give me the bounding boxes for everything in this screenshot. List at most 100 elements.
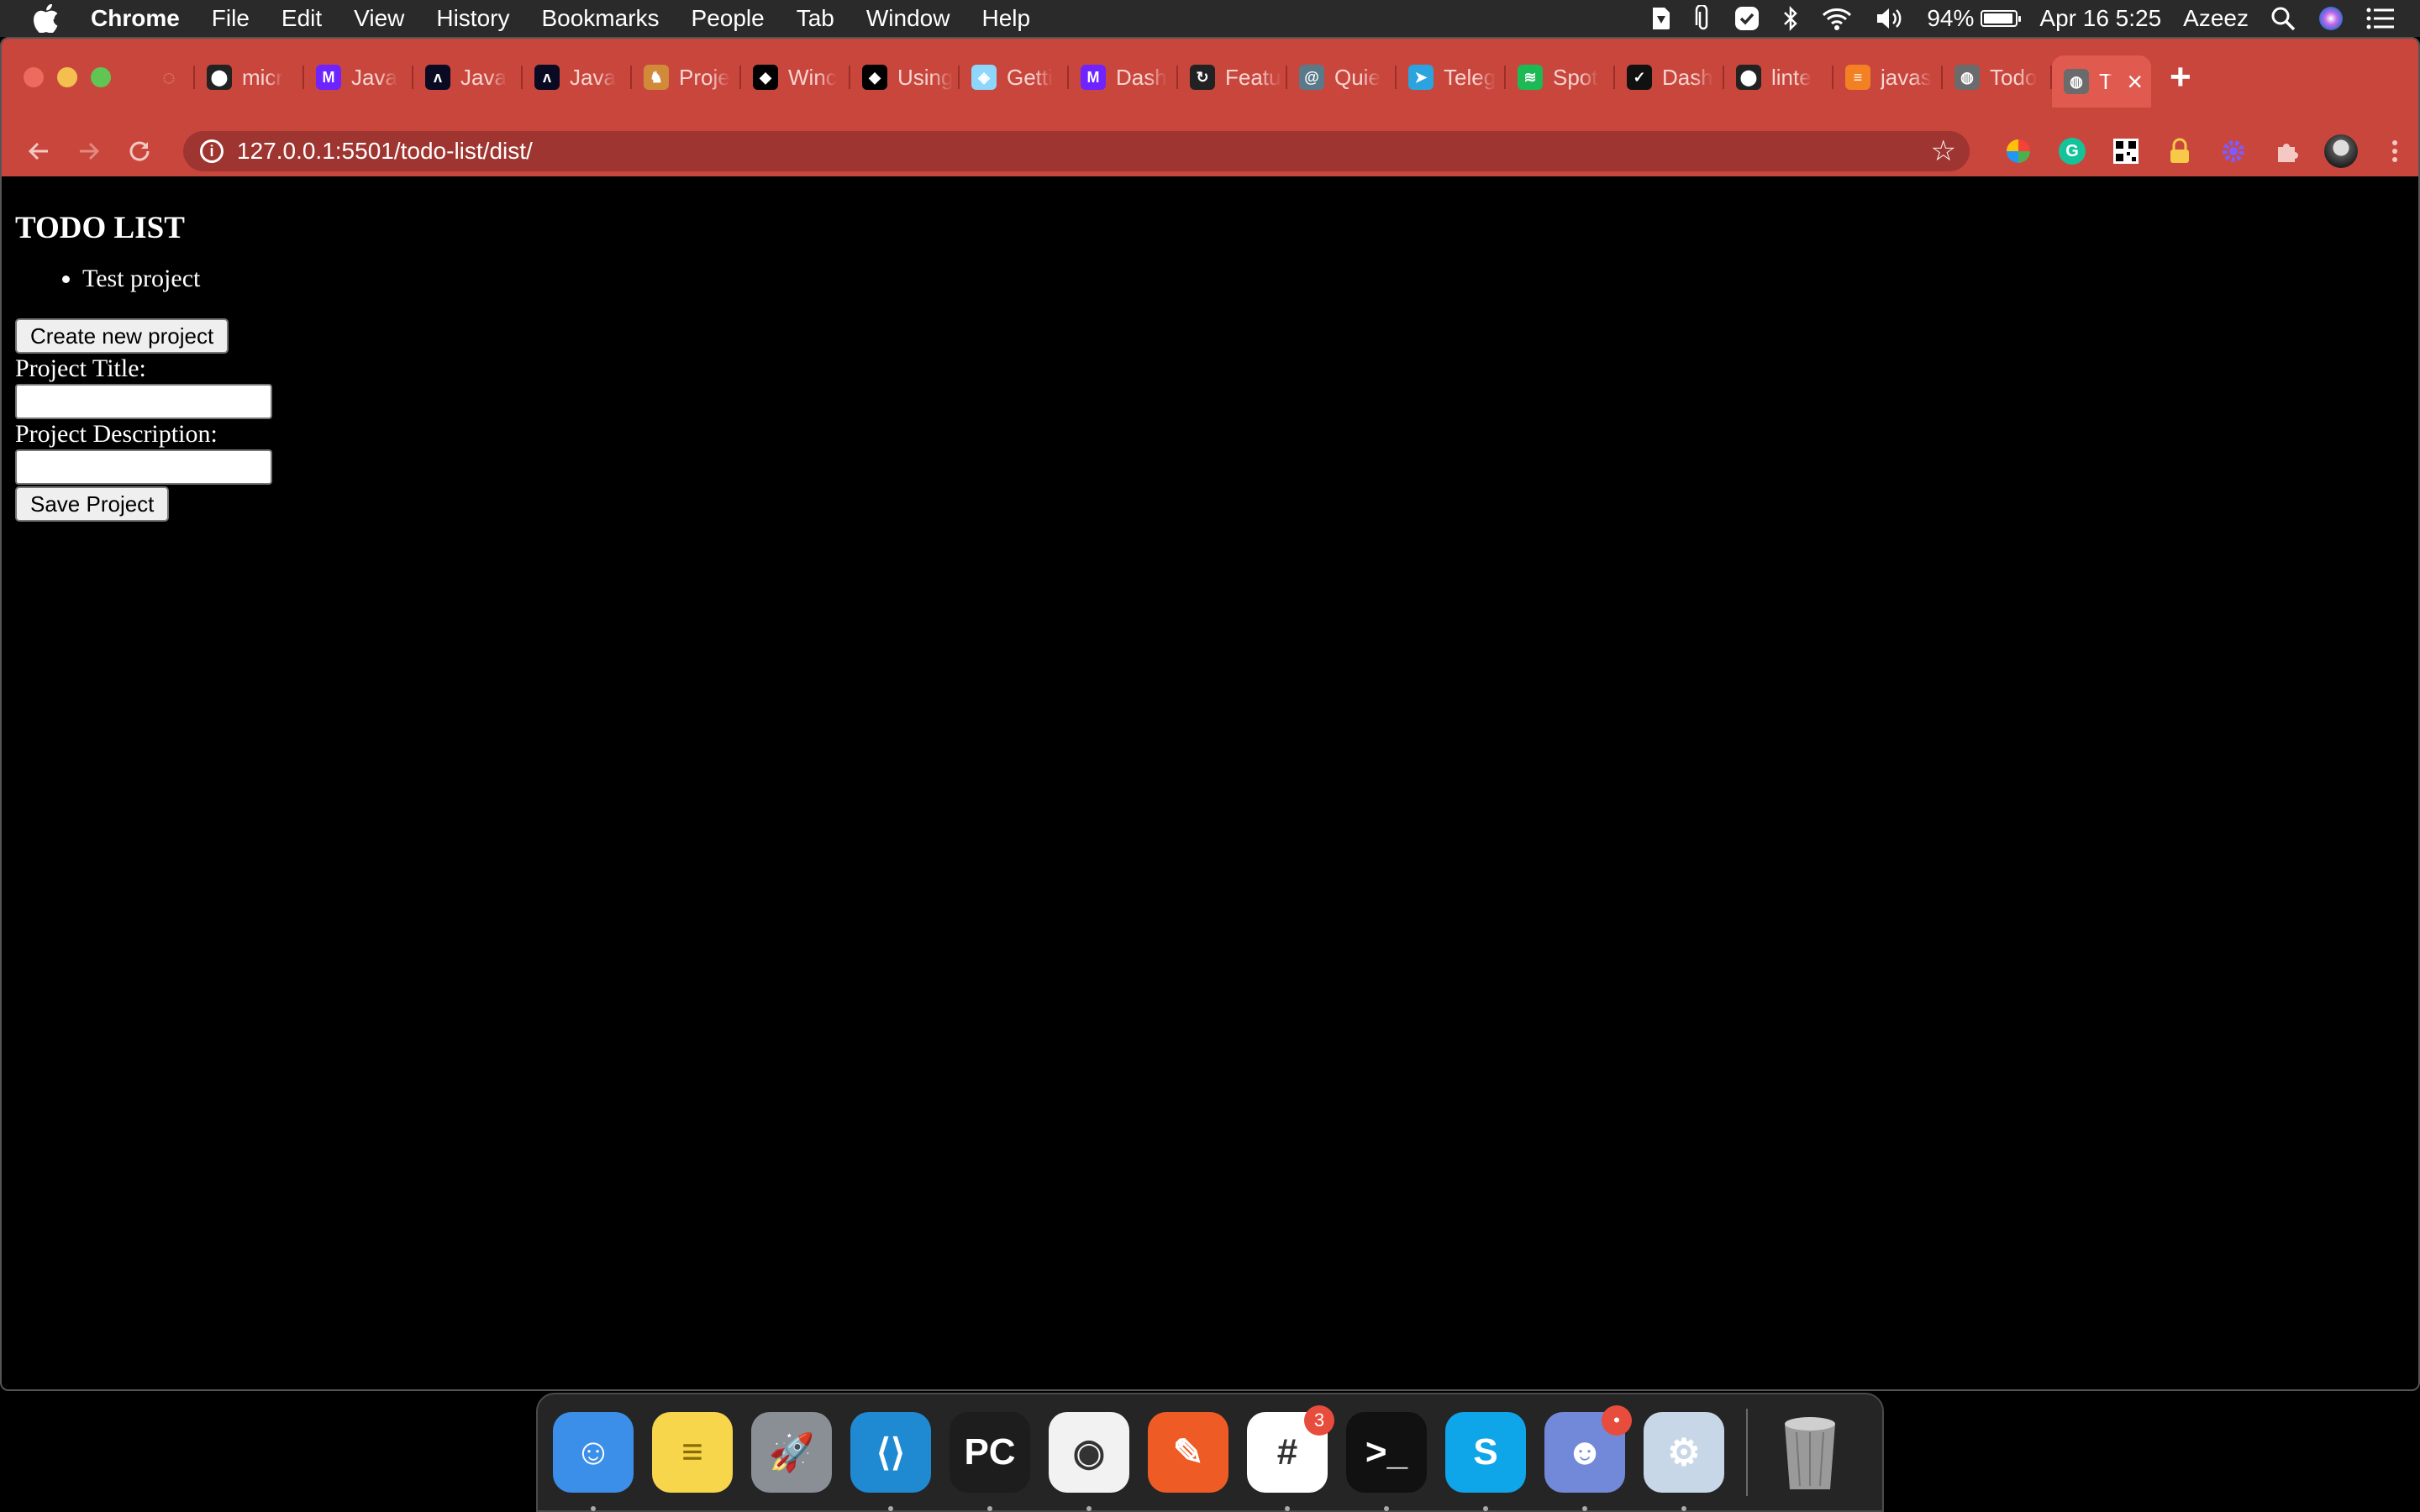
close-tab-icon[interactable]: × [2127, 66, 2143, 97]
swirl-icon: @ [1299, 65, 1324, 90]
tab-title: Dash [1116, 64, 1167, 90]
discord-icon[interactable]: ☻ • [1544, 1405, 1632, 1511]
running-indicator [1483, 1506, 1488, 1511]
running-indicator [888, 1506, 893, 1511]
finder-glyph: ☺ [574, 1431, 613, 1473]
volume-icon[interactable] [1875, 6, 1905, 31]
clock-date: Apr 16 [2039, 5, 2109, 31]
active-tab[interactable]: ◍ T × [2052, 55, 2151, 108]
bookmark-star-icon[interactable]: ☆ [1931, 134, 1956, 168]
loading-tab[interactable]: ◌ [145, 55, 195, 99]
browser-tab[interactable]: ⬤ micr [195, 55, 304, 99]
menu-people[interactable]: People [692, 5, 765, 32]
slack-glyph: # [1276, 1431, 1298, 1473]
browser-tab[interactable]: M Dash [1069, 55, 1178, 99]
notes-icon[interactable]: ≡ [652, 1412, 733, 1493]
wifi-icon[interactable] [1821, 6, 1853, 31]
discord-glyph: ☻ [1565, 1431, 1605, 1473]
browser-tab[interactable]: ◍ Todo [1943, 55, 2052, 99]
menu-app-name[interactable]: Chrome [91, 5, 180, 32]
new-tab-button[interactable]: + [2170, 55, 2191, 99]
project-title-input[interactable] [15, 384, 272, 419]
fullscreen-window-button[interactable] [91, 67, 111, 87]
project-list-item[interactable]: Test project [82, 265, 2405, 293]
browser-tab[interactable]: @ Quie [1287, 55, 1397, 99]
browser-tab[interactable]: ≋ Spot [1506, 55, 1615, 99]
back-button[interactable] [13, 139, 64, 164]
clock[interactable]: Apr 16 5:25 [2039, 5, 2161, 32]
reload-button[interactable] [114, 139, 165, 164]
slack-icon[interactable]: #3 [1247, 1405, 1334, 1511]
browser-tab[interactable]: ◈ Getti [960, 55, 1069, 99]
url-text[interactable]: 127.0.0.1:5501/todo-list/dist/ [237, 138, 533, 165]
menu-edit[interactable]: Edit [281, 5, 322, 32]
chrome-icon[interactable]: ◉ [1049, 1412, 1129, 1511]
lock-extension-icon[interactable] [2153, 138, 2207, 165]
postman-icon[interactable]: ✎ [1148, 1412, 1228, 1493]
status-area: 94% Apr 16 5:25 Azeez [1628, 0, 2395, 37]
browser-tab[interactable]: ≡ javas [1833, 55, 1943, 99]
browser-tab[interactable]: ʌ Java [523, 55, 632, 99]
project-description-input[interactable] [15, 449, 272, 485]
browser-tab[interactable]: ʌ Java [413, 55, 523, 99]
profile-avatar[interactable] [2314, 134, 2368, 168]
freecodecamp-icon: ʌ [425, 65, 450, 90]
apple-menu-icon[interactable] [34, 4, 67, 33]
browser-tab[interactable]: ♞ Proje [632, 55, 741, 99]
siri-icon[interactable] [2317, 5, 2344, 32]
menu-history[interactable]: History [436, 5, 509, 32]
launchpad-glyph: 🚀 [768, 1432, 815, 1473]
menu-view[interactable]: View [354, 5, 404, 32]
web-page: TODO LIST Test project Create new projec… [2, 176, 2418, 1389]
menu-bookmarks[interactable]: Bookmarks [541, 5, 659, 32]
launchpad-icon[interactable]: 🚀 [751, 1412, 832, 1493]
avatar-icon [2324, 134, 2358, 168]
browser-tab[interactable]: ⬤ linte [1724, 55, 1833, 99]
minimize-window-button[interactable] [57, 67, 77, 87]
globe-icon: ◍ [1954, 65, 1980, 90]
create-new-project-button[interactable]: Create new project [15, 318, 229, 354]
clock-time: 5:25 [2115, 5, 2162, 31]
chrome-menu-icon[interactable] [2368, 139, 2418, 164]
menu-window[interactable]: Window [866, 5, 950, 32]
browser-tab[interactable]: ↻ Featu [1178, 55, 1287, 99]
browser-tab[interactable]: ➤ Teleg [1397, 55, 1506, 99]
battery-status[interactable]: 94% [1927, 5, 2022, 32]
instruments-icon[interactable]: ⚙ [1644, 1412, 1724, 1511]
browser-tab[interactable]: M Java [304, 55, 413, 99]
close-window-button[interactable] [24, 67, 44, 87]
todo-check-icon[interactable] [1733, 5, 1760, 32]
extensions-puzzle-icon[interactable] [2260, 139, 2314, 164]
dropzone-icon[interactable] [1649, 6, 1673, 31]
page-title: TODO LIST [15, 211, 185, 245]
vscode-icon[interactable]: ⟨⟩ [850, 1412, 931, 1511]
paperclip-icon[interactable] [1695, 5, 1712, 32]
back-arrow-icon [28, 142, 48, 160]
menu-tab[interactable]: Tab [797, 5, 834, 32]
bluetooth-icon[interactable] [1782, 5, 1799, 32]
user-name[interactable]: Azeez [2183, 5, 2249, 32]
tab-title: Winc [788, 64, 837, 90]
pycharm-icon[interactable]: PC [950, 1412, 1030, 1511]
menu-file[interactable]: File [212, 5, 250, 32]
spotlight-search-icon[interactable] [2270, 6, 2296, 31]
gear-extension-icon[interactable] [2207, 138, 2260, 165]
finder-icon[interactable]: ☺ [553, 1412, 634, 1511]
menu-help[interactable]: Help [981, 5, 1030, 32]
forward-button[interactable] [64, 139, 114, 164]
tab-title: Featu [1225, 64, 1281, 90]
browser-tab[interactable]: ◆ Using [850, 55, 960, 99]
color-picker-extension-icon[interactable] [1991, 138, 2045, 165]
skype-icon[interactable]: S [1445, 1412, 1526, 1511]
trash-icon[interactable] [1770, 1412, 1850, 1493]
browser-tab[interactable]: ✓ Dash [1615, 55, 1724, 99]
tab-title: micr [242, 64, 284, 90]
site-info-icon[interactable]: i [200, 139, 224, 163]
qr-code-extension-icon[interactable] [2099, 139, 2153, 164]
notification-center-icon[interactable] [2366, 7, 2395, 30]
grammarly-extension-icon[interactable]: G [2045, 138, 2099, 165]
terminal-icon[interactable]: >_ [1346, 1412, 1427, 1511]
browser-tab[interactable]: ◆ Winc [741, 55, 850, 99]
address-bar[interactable]: i 127.0.0.1:5501/todo-list/dist/ ☆ [183, 131, 1970, 171]
save-project-button[interactable]: Save Project [15, 486, 170, 522]
